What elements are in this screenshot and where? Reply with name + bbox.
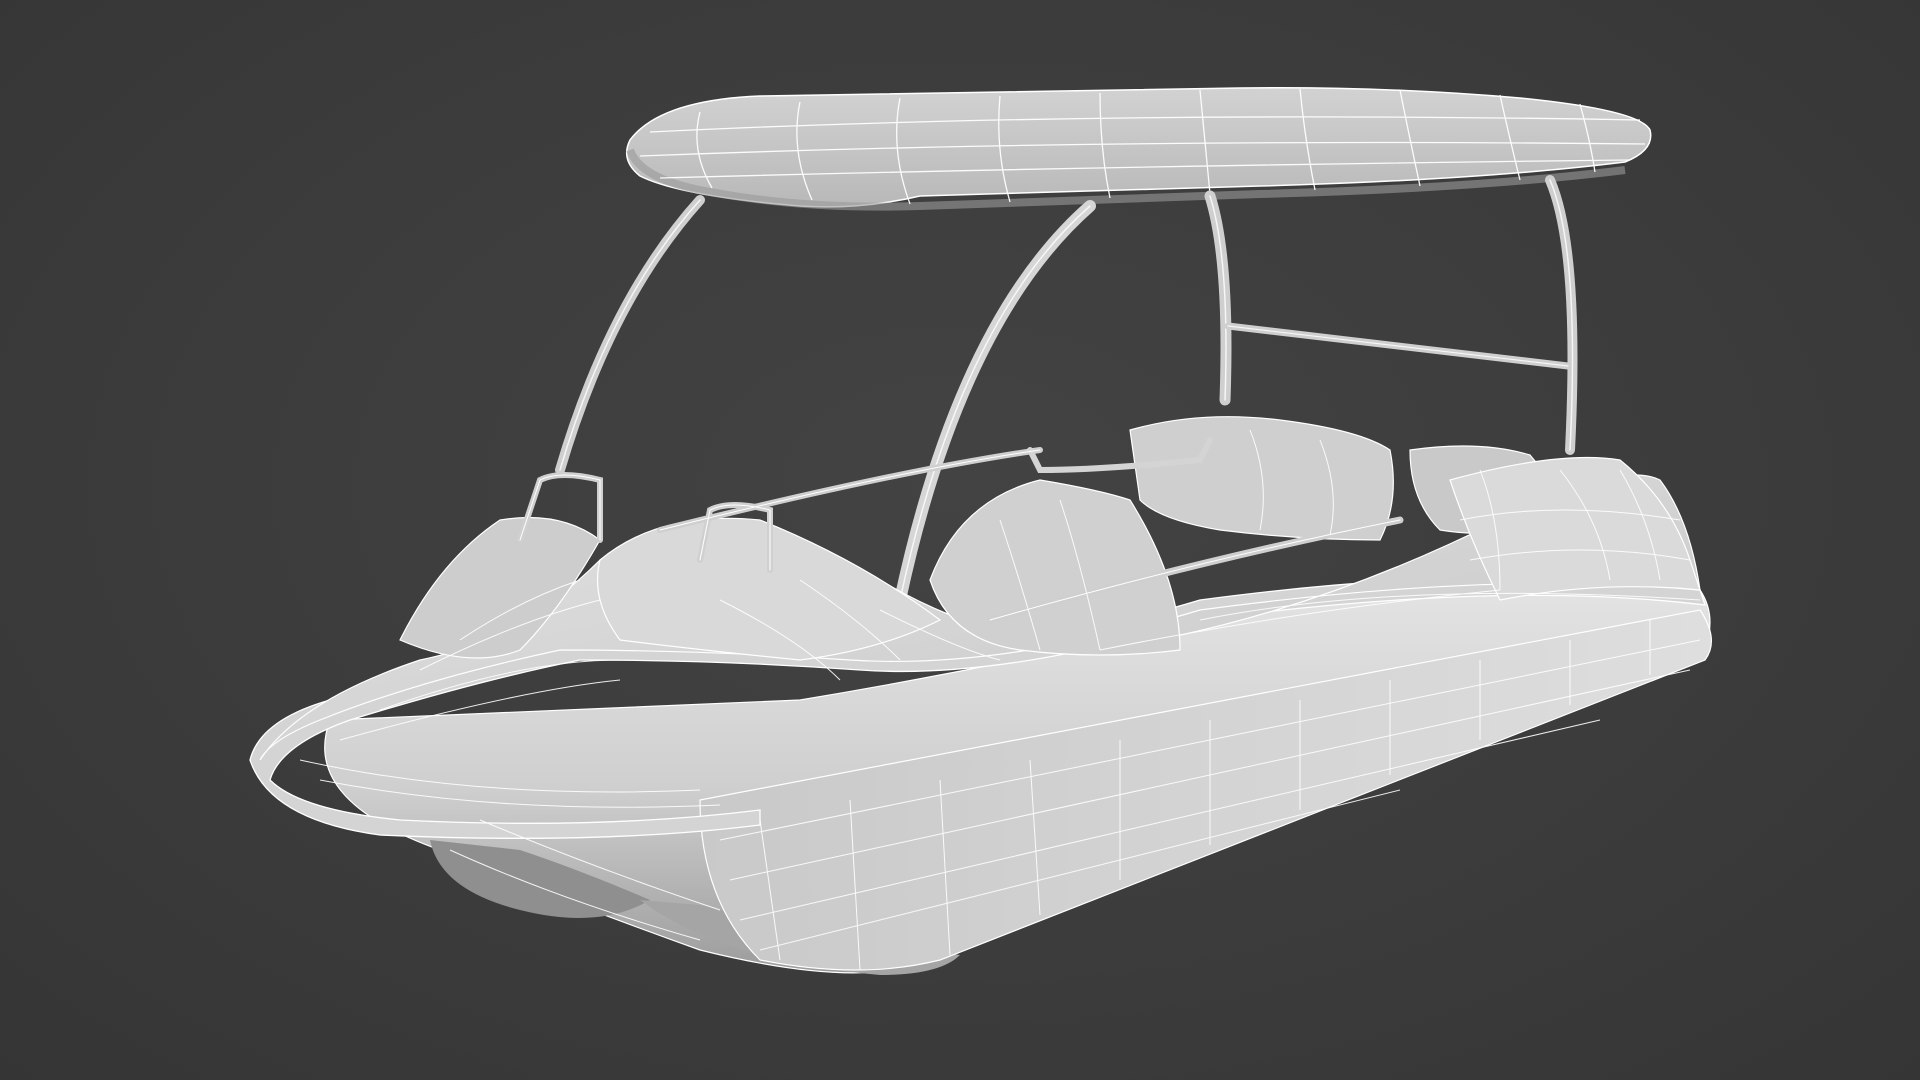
- render-viewport: [0, 0, 1920, 1080]
- hull: [249, 416, 1712, 975]
- canopy-roof: [625, 86, 1652, 211]
- pedal-boat-model: [249, 86, 1712, 975]
